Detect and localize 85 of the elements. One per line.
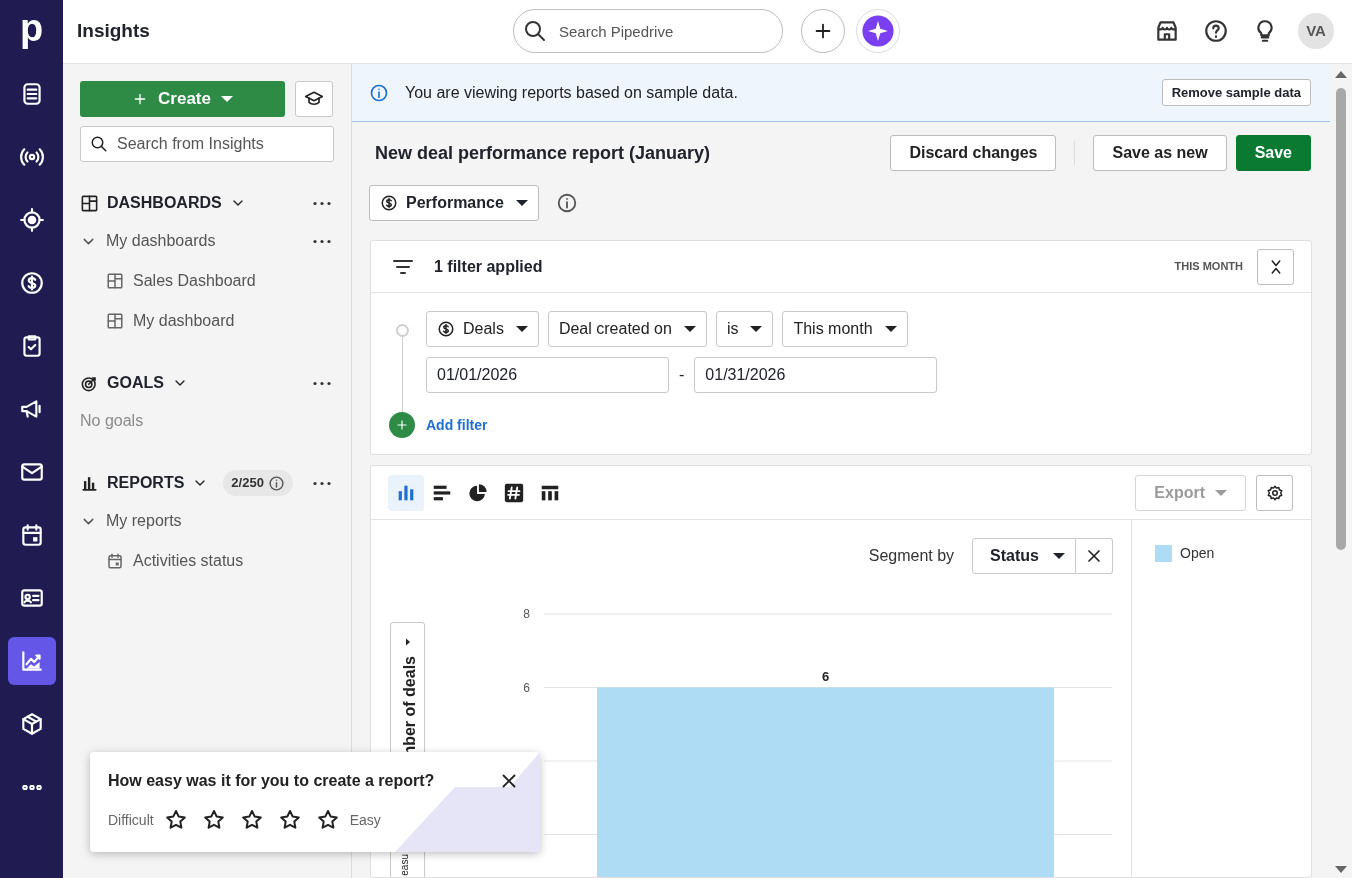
secondary-button[interactable]: Discard changes [890,135,1057,171]
grid-icon [106,272,124,290]
secondary-button[interactable]: Save as new [1093,135,1227,171]
avatar[interactable]: VA [1298,13,1334,49]
segment-label: Segment by [868,546,955,566]
star-rating[interactable] [163,808,340,832]
star-icon[interactable] [315,808,340,832]
section-header[interactable]: DASHBOARDS [80,191,246,215]
axis-tick: 8 [523,607,530,621]
collapse-button[interactable] [1257,248,1294,285]
report-type-dropdown[interactable]: Performance [369,185,539,221]
caret-icon [1215,489,1227,496]
date-field[interactable]: 01/31/2026 [694,357,938,393]
sidebar-item[interactable]: Activities status [80,541,334,581]
search-icon [90,135,108,153]
dollar-icon [18,270,45,296]
axis-tick: 6 [523,680,530,695]
settings-icon [1265,483,1284,502]
star-icon[interactable] [163,808,188,832]
star-icon[interactable] [277,808,302,832]
more-icon[interactable] [312,200,332,206]
section-header[interactable]: REPORTS [80,471,209,495]
plus-icon [395,418,409,432]
clear-segment-button[interactable] [1076,538,1113,574]
learn-button[interactable] [295,81,333,117]
app-logo[interactable]: p [19,0,44,64]
page-title: Insights [77,19,150,44]
dollar-icon [437,320,455,338]
save-button[interactable]: Save [1235,135,1311,171]
create-button[interactable]: Create [80,81,285,117]
search-icon [523,19,547,43]
settings-button[interactable] [1256,474,1293,511]
sidebar-item[interactable]: Sales Dashboard [80,261,334,301]
star-icon[interactable] [239,808,264,832]
scale-label: Easy [349,810,381,830]
data-label: 6 [821,668,830,684]
search-field[interactable]: Search from Insights [80,126,334,162]
more-icon[interactable] [312,480,332,486]
search-field[interactable]: Search Pipedrive [513,9,783,53]
caret-icon [884,326,897,332]
nav-item[interactable] [7,637,56,685]
caret-icon [1053,553,1065,559]
caret-icon [220,96,233,102]
value-dropdown[interactable]: This month [782,311,908,347]
scrollbar-thumb[interactable] [1336,88,1346,550]
filter-summary: 1 filter applied [434,256,544,277]
count-badge: 2/250 [223,470,293,496]
info-icon [267,474,285,492]
segment-dropdown[interactable]: Status [972,538,1076,574]
field-dropdown[interactable]: Deal created on [547,311,707,347]
scale-label: Difficult [108,810,154,830]
caret-icon [515,200,528,206]
number-icon [503,481,525,504]
more-icon[interactable] [312,238,332,244]
star-icon[interactable] [201,808,226,832]
folder-item[interactable]: My reports [80,509,182,533]
legend-label: Open [1180,544,1215,563]
report-title: New deal performance report (January) [375,141,712,165]
period-label: THIS MONTH [1174,259,1243,275]
dollar-icon [380,194,398,212]
axis-label: easu [400,854,410,876]
caret-icon [683,326,696,332]
target-icon [18,207,45,233]
more-icon [21,784,42,790]
sidebar-item[interactable]: My dashboard [80,301,334,341]
sparkle-icon [861,14,895,48]
entity-dropdown[interactable]: Deals [426,311,539,347]
range-separator: - [679,365,685,385]
info-icon[interactable] [555,192,578,214]
operator-dropdown[interactable]: is [715,311,774,347]
more-icon[interactable] [312,380,332,386]
grid-icon [106,312,124,330]
remove-sample-button[interactable]: Remove sample data [1161,79,1311,106]
banner-text: You are viewing reports based on sample data. [405,82,739,103]
info-icon [369,82,389,103]
caret-icon [515,326,528,332]
empty-text: No goals [80,411,145,431]
add-filter-link[interactable]: Add filter [426,414,488,436]
caret-icon [750,326,763,332]
grid-icon [80,193,99,213]
folder-item[interactable]: My dashboards [80,229,216,253]
date-field[interactable]: 01/01/2026 [426,357,669,393]
section-header[interactable]: GOALS [80,371,188,395]
calendar-icon [106,552,124,570]
pie-chart-icon [467,481,489,504]
